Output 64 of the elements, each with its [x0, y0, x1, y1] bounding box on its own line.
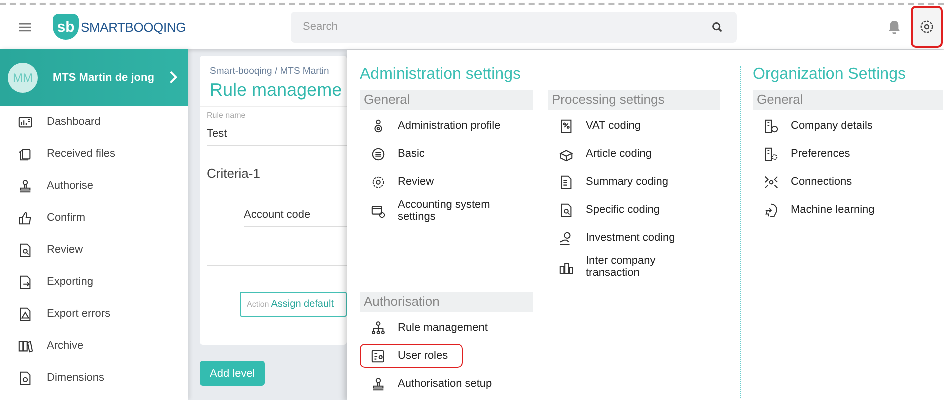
page-title: Rule manageme	[209, 80, 344, 101]
document-search-icon	[559, 202, 574, 218]
files-icon	[18, 146, 33, 162]
menu-item[interactable]: Inter company transaction	[548, 254, 711, 280]
section-heading: Processing settings	[548, 90, 720, 110]
nav-item[interactable]: Dimensions	[0, 362, 188, 394]
stamp-icon	[371, 376, 386, 392]
menu-title: Administration settings	[360, 66, 522, 84]
nav-item[interactable]: Exporting	[0, 266, 188, 298]
nav-item[interactable]: Confirm	[0, 202, 188, 234]
chevron-right-icon[interactable]	[169, 70, 178, 85]
menu-item[interactable]: Article coding	[548, 142, 668, 166]
nav-item[interactable]: Export errors	[0, 298, 188, 330]
settings-button[interactable]	[911, 6, 943, 48]
percent-document-icon	[559, 118, 574, 134]
menu-item[interactable]: Company details	[753, 114, 888, 138]
menu-item[interactable]: Authorisation setup	[360, 372, 508, 396]
nav-item[interactable]: Review	[0, 234, 188, 266]
section-heading: Authorisation	[360, 292, 533, 312]
field-label: Rule name	[207, 111, 247, 120]
settings-icon	[919, 19, 935, 35]
nav-item[interactable]: Archive	[0, 330, 188, 362]
menu-item[interactable]: User roles	[360, 344, 464, 368]
document-search-icon	[18, 242, 33, 258]
chart-icon	[18, 114, 33, 130]
section-heading: General	[753, 90, 943, 110]
logo-mark: sb	[53, 14, 79, 40]
avatar: MM	[8, 62, 38, 92]
menu-item[interactable]: Review	[360, 170, 450, 194]
nodes-icon	[764, 174, 779, 190]
menu-item[interactable]: Administration profile	[360, 114, 516, 138]
id-card-icon	[371, 348, 386, 364]
org-chart-icon	[371, 320, 386, 336]
books-icon	[18, 338, 33, 354]
thumbs-up-icon	[18, 210, 33, 226]
user-name: MTS Martin de jong	[53, 72, 156, 84]
nav-item[interactable]: Received files	[0, 138, 188, 170]
stamp-icon	[18, 178, 33, 194]
menu-item[interactable]: Machine learning	[753, 198, 890, 222]
document-arrow-icon	[18, 274, 33, 290]
head-arrow-icon	[764, 202, 779, 218]
menu-item[interactable]: Summary coding	[548, 170, 684, 194]
menu-item[interactable]: Basic	[360, 142, 440, 166]
menu-item[interactable]: Investment coding	[548, 226, 690, 250]
search-icon[interactable]	[712, 22, 723, 32]
nav-item[interactable]: Dashboard	[0, 106, 188, 138]
menu-item[interactable]: Rule management	[360, 316, 503, 340]
menu-title: Organization Settings	[753, 66, 907, 84]
logo-text: SMARTBOOQING	[81, 20, 186, 34]
bell-icon[interactable]	[888, 20, 901, 34]
search-field[interactable]: Search	[291, 12, 737, 42]
menu-item[interactable]: Connections	[753, 170, 868, 194]
criteria-title: Criteria-1	[207, 166, 260, 181]
document-icon	[559, 174, 574, 190]
section-heading: General	[360, 90, 533, 110]
warning-document-icon	[18, 306, 33, 322]
menu-item[interactable]: Specific coding	[548, 198, 675, 222]
menu-item[interactable]: VAT coding	[548, 114, 656, 138]
breadcrumb: Smart-booqing / MTS Martin	[209, 66, 330, 77]
server-info-icon	[764, 118, 779, 134]
menu-item[interactable]: Preferences	[753, 142, 866, 166]
menu-icon[interactable]	[19, 22, 31, 32]
nav-item[interactable]: Authorise	[0, 170, 188, 202]
menu-item[interactable]: Accounting system settings	[360, 198, 523, 224]
